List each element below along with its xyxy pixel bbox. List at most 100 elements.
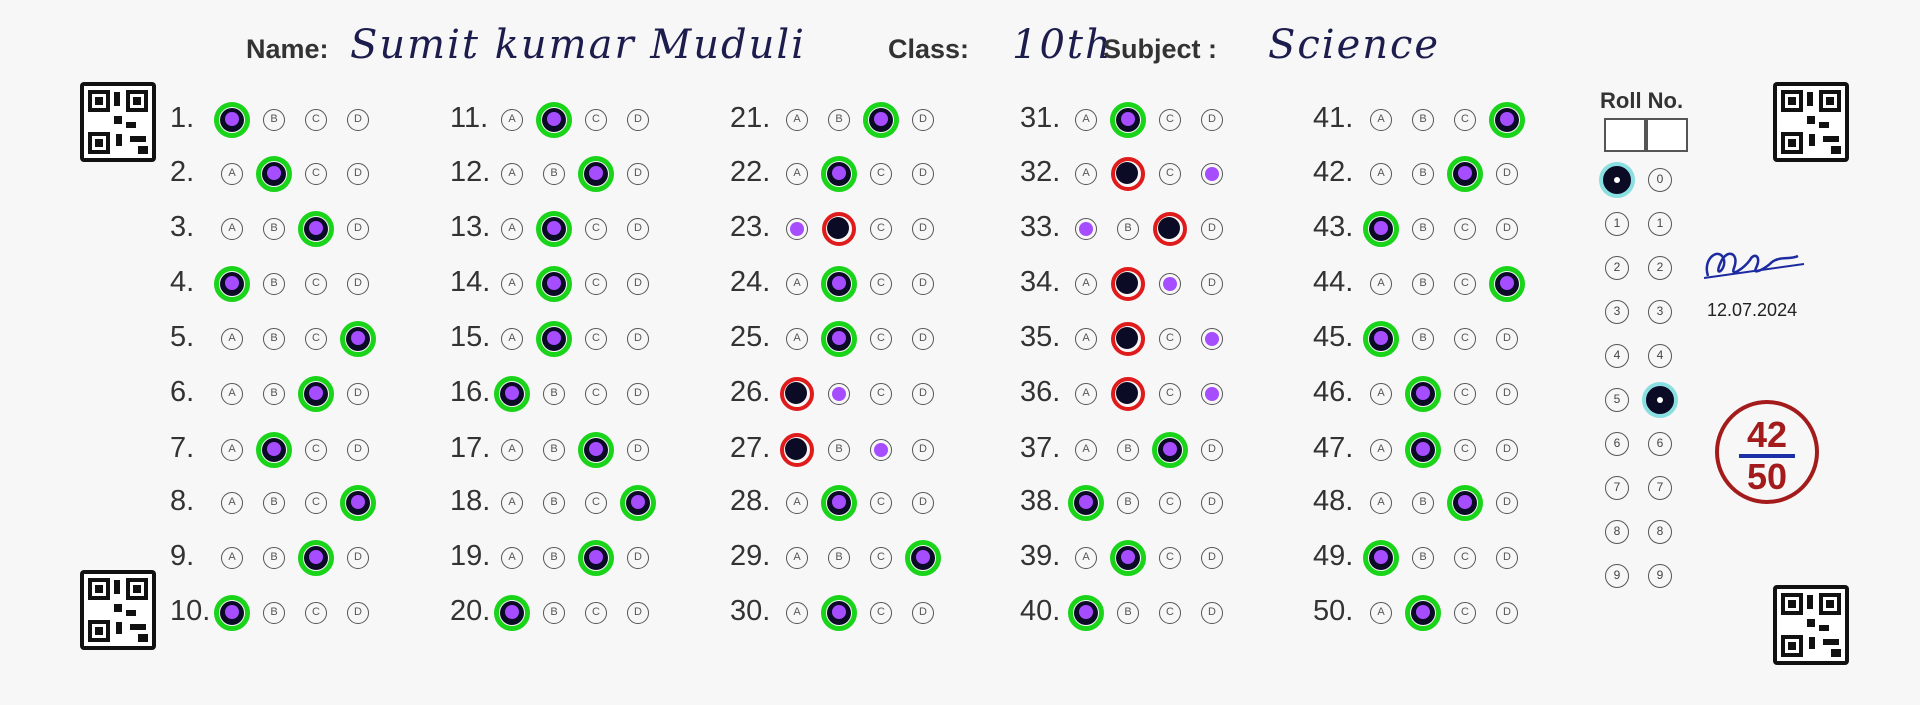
- roll-digit-bubble[interactable]: 0: [1648, 168, 1672, 192]
- option-bubble-c[interactable]: C: [1159, 163, 1181, 185]
- correct-answer-bubble[interactable]: [1489, 102, 1525, 138]
- option-bubble-c[interactable]: C: [585, 273, 607, 295]
- option-bubble-d[interactable]: D: [912, 273, 934, 295]
- wrong-answer-bubble[interactable]: [822, 212, 856, 246]
- option-bubble-c[interactable]: C: [305, 273, 327, 295]
- option-bubble-c[interactable]: C: [585, 109, 607, 131]
- correct-answer-bubble[interactable]: [905, 540, 941, 576]
- option-bubble-a[interactable]: A: [1075, 383, 1097, 405]
- correct-answer-bubble[interactable]: [1110, 540, 1146, 576]
- option-bubble-a[interactable]: A: [501, 439, 523, 461]
- correct-answer-bubble[interactable]: [536, 102, 572, 138]
- option-bubble-b[interactable]: B: [1412, 218, 1434, 240]
- option-bubble-c[interactable]: C: [585, 492, 607, 514]
- option-bubble-a[interactable]: A: [221, 328, 243, 350]
- option-bubble-b[interactable]: B: [828, 547, 850, 569]
- option-bubble-d[interactable]: D: [1201, 492, 1223, 514]
- option-bubble-a[interactable]: A: [786, 602, 808, 624]
- option-bubble-b[interactable]: B: [828, 109, 850, 131]
- option-bubble-a[interactable]: A: [501, 163, 523, 185]
- option-bubble-c[interactable]: [1159, 273, 1181, 295]
- option-bubble-a[interactable]: A: [1370, 492, 1392, 514]
- option-bubble-a[interactable]: A: [221, 439, 243, 461]
- option-bubble-d[interactable]: [1201, 383, 1223, 405]
- correct-answer-bubble[interactable]: [1363, 540, 1399, 576]
- option-bubble-d[interactable]: D: [347, 602, 369, 624]
- option-bubble-a[interactable]: [1075, 218, 1097, 240]
- option-bubble-d[interactable]: D: [1496, 602, 1518, 624]
- option-bubble-d[interactable]: D: [347, 109, 369, 131]
- option-bubble-b[interactable]: B: [263, 492, 285, 514]
- option-bubble-b[interactable]: B: [1412, 328, 1434, 350]
- option-bubble-d[interactable]: D: [912, 163, 934, 185]
- correct-answer-bubble[interactable]: [821, 156, 857, 192]
- option-bubble-c[interactable]: C: [305, 492, 327, 514]
- option-bubble-d[interactable]: D: [1496, 547, 1518, 569]
- option-bubble-d[interactable]: D: [912, 602, 934, 624]
- option-bubble-a[interactable]: A: [1075, 109, 1097, 131]
- correct-answer-bubble[interactable]: [1405, 376, 1441, 412]
- option-bubble-c[interactable]: C: [1159, 328, 1181, 350]
- option-bubble-d[interactable]: D: [347, 439, 369, 461]
- option-bubble-d[interactable]: D: [1201, 439, 1223, 461]
- option-bubble-c[interactable]: C: [870, 218, 892, 240]
- option-bubble-c[interactable]: C: [1454, 602, 1476, 624]
- correct-answer-bubble[interactable]: [1152, 432, 1188, 468]
- option-bubble-a[interactable]: A: [1370, 273, 1392, 295]
- option-bubble-c[interactable]: C: [870, 273, 892, 295]
- option-bubble-a[interactable]: A: [501, 492, 523, 514]
- correct-answer-bubble[interactable]: [340, 321, 376, 357]
- option-bubble-c[interactable]: C: [305, 439, 327, 461]
- option-bubble-c[interactable]: C: [1159, 109, 1181, 131]
- option-bubble-d[interactable]: [1201, 163, 1223, 185]
- option-bubble-c[interactable]: C: [585, 602, 607, 624]
- roll-digit-selected[interactable]: [1642, 382, 1678, 418]
- correct-answer-bubble[interactable]: [214, 595, 250, 631]
- option-bubble-d[interactable]: D: [912, 328, 934, 350]
- option-bubble-d[interactable]: D: [627, 328, 649, 350]
- option-bubble-a[interactable]: A: [1370, 163, 1392, 185]
- option-bubble-d[interactable]: D: [1201, 218, 1223, 240]
- correct-answer-bubble[interactable]: [298, 540, 334, 576]
- option-bubble-c[interactable]: C: [1159, 492, 1181, 514]
- correct-answer-bubble[interactable]: [214, 102, 250, 138]
- option-bubble-a[interactable]: A: [1075, 439, 1097, 461]
- correct-answer-bubble[interactable]: [821, 266, 857, 302]
- roll-digit-selected[interactable]: [1599, 162, 1635, 198]
- option-bubble-b[interactable]: B: [828, 439, 850, 461]
- correct-answer-bubble[interactable]: [298, 211, 334, 247]
- option-bubble-c[interactable]: C: [1454, 109, 1476, 131]
- option-bubble-c[interactable]: C: [305, 602, 327, 624]
- correct-answer-bubble[interactable]: [578, 156, 614, 192]
- option-bubble-c[interactable]: C: [305, 328, 327, 350]
- option-bubble-d[interactable]: D: [347, 273, 369, 295]
- option-bubble-b[interactable]: B: [263, 547, 285, 569]
- correct-answer-bubble[interactable]: [1068, 595, 1104, 631]
- option-bubble-a[interactable]: A: [1075, 328, 1097, 350]
- roll-digit-bubble[interactable]: 4: [1648, 344, 1672, 368]
- option-bubble-b[interactable]: B: [263, 109, 285, 131]
- option-bubble-b[interactable]: B: [263, 383, 285, 405]
- roll-digit-bubble[interactable]: 6: [1605, 432, 1629, 456]
- correct-answer-bubble[interactable]: [494, 595, 530, 631]
- roll-digit-bubble[interactable]: 7: [1648, 476, 1672, 500]
- correct-answer-bubble[interactable]: [1447, 156, 1483, 192]
- option-bubble-a[interactable]: A: [221, 163, 243, 185]
- option-bubble-b[interactable]: B: [1412, 273, 1434, 295]
- option-bubble-c[interactable]: C: [870, 328, 892, 350]
- correct-answer-bubble[interactable]: [821, 595, 857, 631]
- option-bubble-d[interactable]: D: [1201, 547, 1223, 569]
- option-bubble-a[interactable]: A: [221, 218, 243, 240]
- roll-digit-bubble[interactable]: 7: [1605, 476, 1629, 500]
- option-bubble-c[interactable]: C: [870, 602, 892, 624]
- correct-answer-bubble[interactable]: [1110, 102, 1146, 138]
- option-bubble-a[interactable]: A: [1075, 163, 1097, 185]
- correct-answer-bubble[interactable]: [536, 266, 572, 302]
- option-bubble-a[interactable]: A: [786, 109, 808, 131]
- option-bubble-c[interactable]: C: [585, 218, 607, 240]
- option-bubble-b[interactable]: B: [1117, 218, 1139, 240]
- option-bubble-b[interactable]: B: [543, 547, 565, 569]
- option-bubble-a[interactable]: A: [786, 273, 808, 295]
- option-bubble-c[interactable]: C: [870, 547, 892, 569]
- option-bubble-c[interactable]: C: [585, 383, 607, 405]
